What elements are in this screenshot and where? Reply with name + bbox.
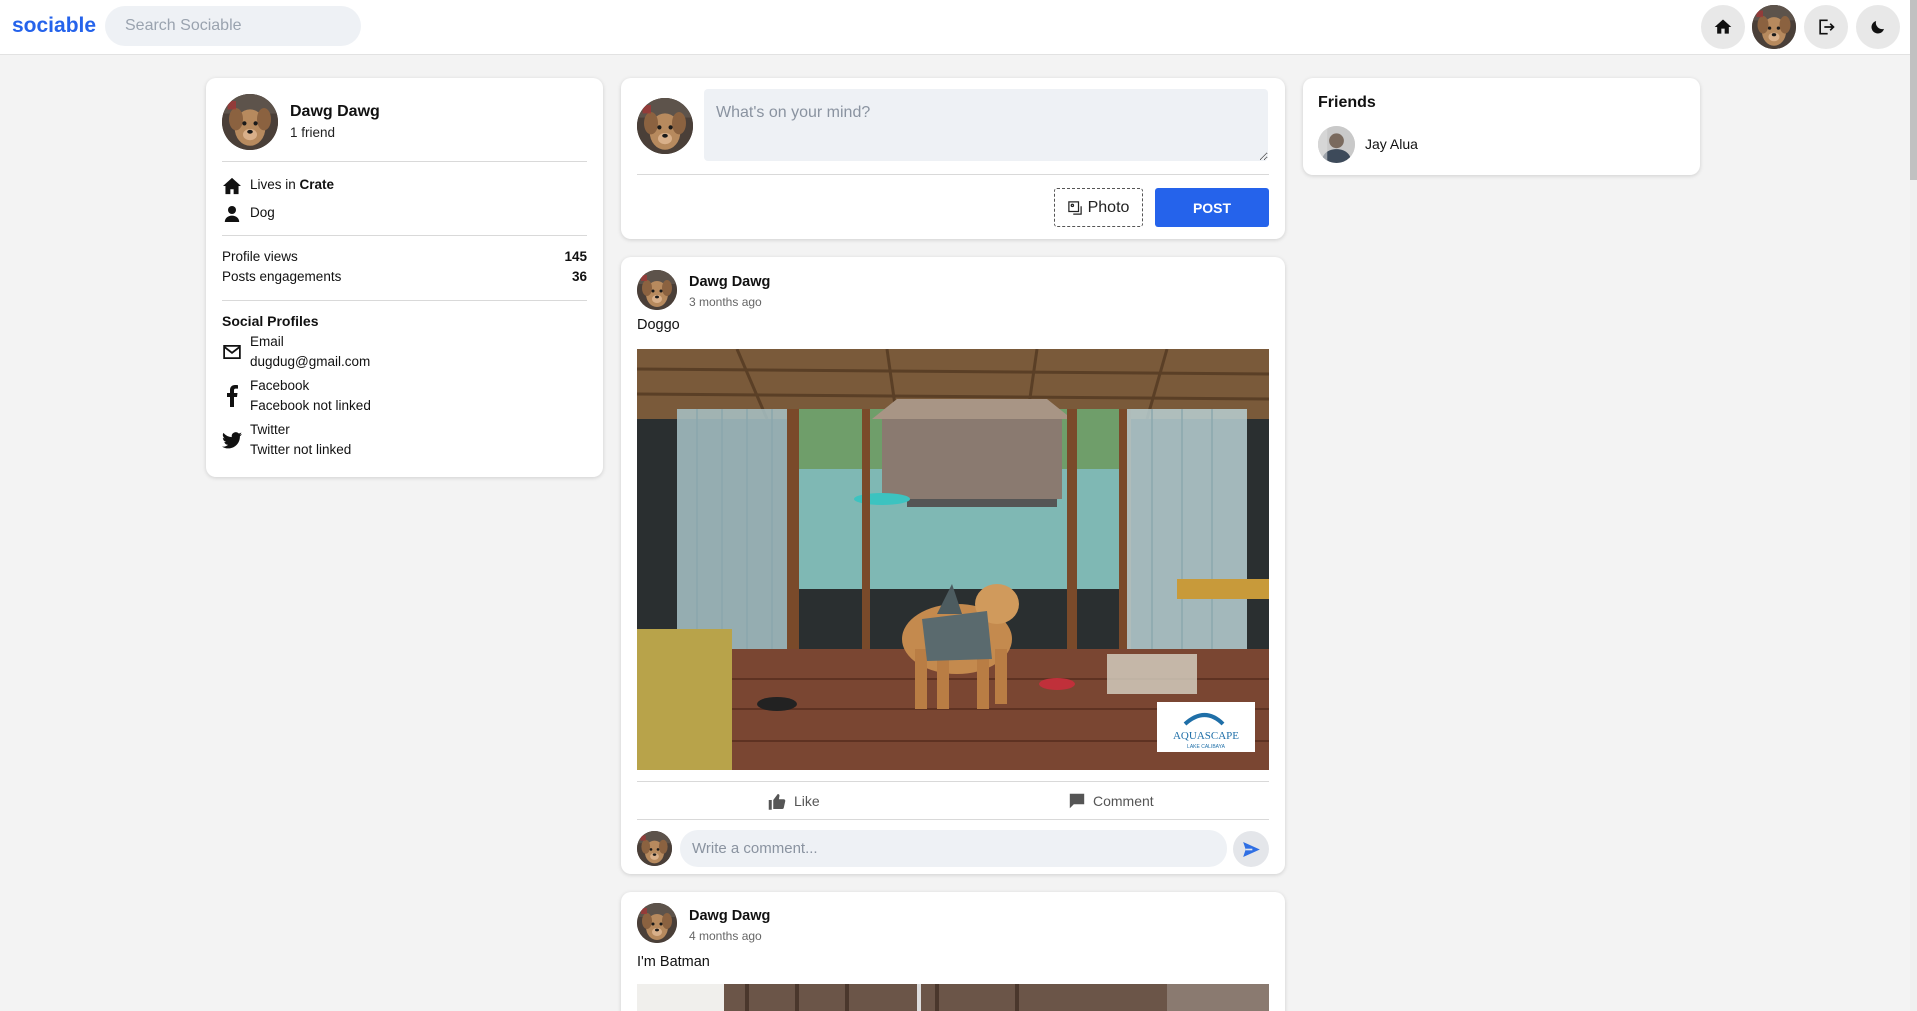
moon-icon xyxy=(1871,21,1884,34)
like-label: Like xyxy=(794,793,820,809)
svg-text:AQUASCAPE: AQUASCAPE xyxy=(1173,730,1239,742)
divider xyxy=(222,235,587,236)
post-card: Dawg Dawg 4 months ago I'm Batman xyxy=(621,892,1285,1011)
logout-icon xyxy=(1819,19,1835,35)
post-image[interactable] xyxy=(637,984,1269,1011)
scrollbar-thumb[interactable] xyxy=(1910,0,1917,180)
stat-value: 36 xyxy=(571,269,587,284)
stat-value: 145 xyxy=(564,249,587,264)
comment-icon xyxy=(1069,793,1085,809)
home-button[interactable] xyxy=(1701,5,1745,49)
profile-occupation: Dog xyxy=(250,205,275,220)
social-email-value[interactable]: dugdug@gmail.com xyxy=(250,354,370,369)
divider xyxy=(222,161,587,162)
stat-label: Profile views xyxy=(222,249,298,264)
photo-label: Photo xyxy=(1087,198,1130,216)
profile-name[interactable]: Dawg Dawg xyxy=(290,103,380,121)
search-input[interactable] xyxy=(105,6,361,46)
post-body: I'm Batman xyxy=(637,954,710,970)
send-icon xyxy=(1242,841,1260,857)
logout-button[interactable] xyxy=(1804,5,1848,49)
divider xyxy=(637,174,1269,175)
social-facebook-label: Facebook xyxy=(250,378,310,393)
header-avatar[interactable] xyxy=(1752,5,1796,49)
post-image[interactable]: AQUASCAPE LAKE CALIBAYA xyxy=(637,349,1269,770)
stat-label: Posts engagements xyxy=(222,269,342,284)
post-card: Dawg Dawg 3 months ago Doggo AQUASCAPE L… xyxy=(621,257,1285,874)
divider xyxy=(637,819,1269,820)
profile-location: Lives in Crate xyxy=(250,177,335,192)
commenter-avatar[interactable] xyxy=(637,831,672,866)
post-author-avatar[interactable] xyxy=(637,903,677,943)
comment-label: Comment xyxy=(1093,793,1154,809)
divider xyxy=(222,300,587,301)
svg-text:LAKE CALIBAYA: LAKE CALIBAYA xyxy=(1187,744,1226,750)
dark-mode-button[interactable] xyxy=(1856,5,1900,49)
social-facebook-value: Facebook not linked xyxy=(250,398,371,413)
post-author-avatar[interactable] xyxy=(637,270,677,310)
post-author-name[interactable]: Dawg Dawg xyxy=(689,908,770,924)
mail-icon xyxy=(222,342,242,362)
facebook-icon xyxy=(222,385,242,407)
add-photo-button[interactable]: Photo xyxy=(1054,188,1143,227)
thumbs-up-icon xyxy=(768,793,786,810)
post-composer: Photo POST xyxy=(621,78,1285,239)
home-icon xyxy=(222,176,242,196)
composer-avatar[interactable] xyxy=(637,98,693,154)
friends-card: Friends Jay Alua xyxy=(1303,78,1700,175)
post-button[interactable]: POST xyxy=(1155,188,1269,227)
send-comment-button[interactable] xyxy=(1233,831,1269,867)
social-twitter-value: Twitter not linked xyxy=(250,442,352,457)
profile-avatar[interactable] xyxy=(222,94,278,150)
twitter-icon xyxy=(222,430,242,450)
post-timestamp: 4 months ago xyxy=(689,929,762,943)
top-bar: sociable xyxy=(0,0,1910,55)
friend-avatar[interactable] xyxy=(1318,126,1355,163)
friend-name[interactable]: Jay Alua xyxy=(1365,136,1418,152)
profile-card: Dawg Dawg 1 friend Lives in Crate Dog Pr… xyxy=(206,78,603,477)
person-icon xyxy=(222,204,242,224)
comment-input[interactable] xyxy=(680,830,1227,867)
post-timestamp: 3 months ago xyxy=(689,295,762,309)
brand-logo[interactable]: sociable xyxy=(12,14,96,38)
post-body: Doggo xyxy=(637,317,680,333)
divider xyxy=(637,781,1269,782)
like-button[interactable]: Like xyxy=(768,790,820,812)
profile-friend-count: 1 friend xyxy=(290,125,336,140)
social-profiles-title: Social Profiles xyxy=(222,313,319,329)
social-email-label: Email xyxy=(250,334,284,349)
comment-button[interactable]: Comment xyxy=(1069,790,1154,812)
social-twitter-label: Twitter xyxy=(250,422,290,437)
home-icon xyxy=(1714,19,1732,34)
friends-title: Friends xyxy=(1318,94,1376,111)
post-author-name[interactable]: Dawg Dawg xyxy=(689,274,770,290)
image-icon xyxy=(1067,200,1082,215)
post-input[interactable] xyxy=(704,89,1268,161)
